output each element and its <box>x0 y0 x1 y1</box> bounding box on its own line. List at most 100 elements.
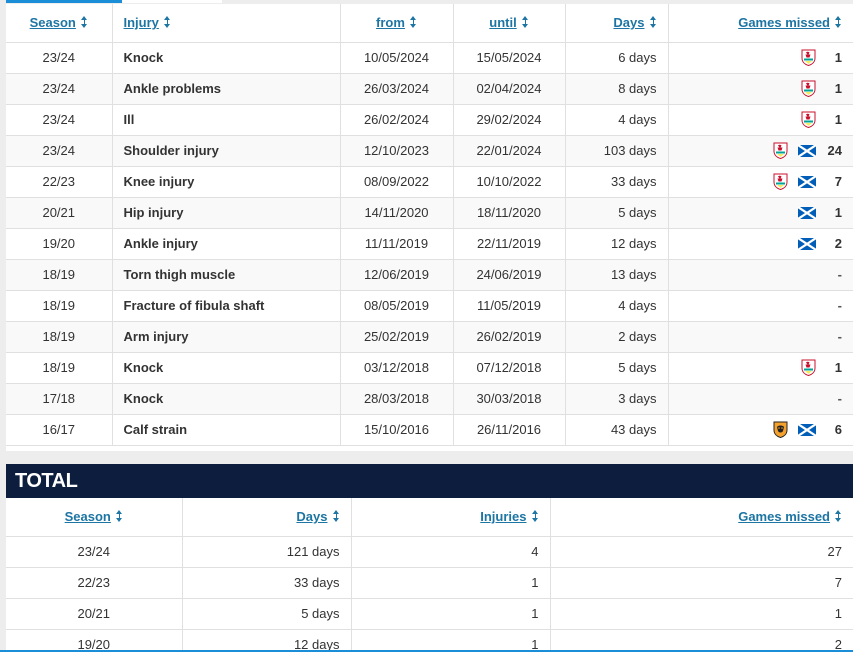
total-season-cell: 22/23 <box>6 567 183 599</box>
column-header-injury[interactable]: Injury <box>112 4 341 43</box>
total-injuries-cell: 4 <box>351 536 551 568</box>
injury-table-header: Season Injury from until Days Games miss… <box>6 4 853 43</box>
season-cell: 18/19 <box>6 352 113 384</box>
sort-arrows-icon <box>531 510 539 523</box>
total-sort-games-missed-link[interactable]: Games missed <box>738 509 830 524</box>
liverpool-crest-icon[interactable] <box>801 80 816 97</box>
sort-until-link[interactable]: until <box>489 15 516 30</box>
liverpool-crest-icon[interactable] <box>801 49 816 66</box>
column-header-days[interactable]: Days <box>565 4 669 43</box>
sort-arrows-icon <box>163 16 171 29</box>
scotland-flag-icon[interactable] <box>798 144 816 157</box>
until-date-cell: 30/03/2018 <box>453 383 566 415</box>
season-cell: 16/17 <box>6 414 113 446</box>
sort-arrows-icon <box>835 510 842 523</box>
column-header-from[interactable]: from <box>340 4 454 43</box>
sort-arrows-icon <box>521 16 529 29</box>
sort-games-missed-link[interactable]: Games missed <box>738 15 830 30</box>
sort-arrows-icon <box>80 16 88 29</box>
until-date-cell: 07/12/2018 <box>453 352 566 384</box>
injury-cell: Knock <box>112 42 341 74</box>
injury-history-panel: Season Injury from until Days Games miss… <box>6 4 853 451</box>
scotland-flag-icon[interactable] <box>798 237 816 250</box>
games-missed-cell: - <box>668 259 853 291</box>
table-row: 23/24 Knock 10/05/2024 15/05/2024 6 days 1 <box>6 42 853 74</box>
games-missed-count: 6 <box>834 422 842 437</box>
total-sort-season-link[interactable]: Season <box>65 509 111 524</box>
sort-days-link[interactable]: Days <box>613 15 644 30</box>
liverpool-crest-icon[interactable] <box>773 173 788 190</box>
total-table-header: Season Days Injuries Games missed <box>6 498 853 537</box>
from-date-cell: 03/12/2018 <box>340 352 454 384</box>
injury-cell: Torn thigh muscle <box>112 259 341 291</box>
sort-arrows-icon <box>409 16 417 29</box>
games-missed-cell: - <box>668 290 853 322</box>
total-column-header-season[interactable]: Season <box>6 498 183 537</box>
from-date-cell: 11/11/2019 <box>340 228 454 260</box>
days-cell: 3 days <box>565 383 669 415</box>
column-header-season[interactable]: Season <box>6 4 113 43</box>
liverpool-crest-icon[interactable] <box>801 111 816 128</box>
column-header-games-missed[interactable]: Games missed <box>668 4 853 43</box>
games-missed-cell: 1 <box>668 352 853 384</box>
total-injuries-cell: 1 <box>351 629 551 652</box>
table-row: 23/24 Shoulder injury 12/10/2023 22/01/2024… <box>6 135 853 167</box>
sort-arrows-icon <box>332 510 340 523</box>
table-row: 16/17 Calf strain 15/10/2016 26/11/2016 43 d… <box>6 414 853 446</box>
until-date-cell: 29/02/2024 <box>453 104 566 136</box>
total-column-header-games-missed[interactable]: Games missed <box>550 498 853 537</box>
table-row: 23/24 121 days 4 27 <box>6 536 853 568</box>
column-header-until[interactable]: until <box>453 4 566 43</box>
injury-history-table: Season Injury from until Days Games miss… <box>6 4 853 446</box>
scotland-flag-icon[interactable] <box>798 423 816 436</box>
days-cell: 33 days <box>565 166 669 198</box>
games-missed-cell: 6 <box>668 414 853 446</box>
total-sort-injuries-link[interactable]: Injuries <box>480 509 526 524</box>
table-row: 18/19 Arm injury 25/02/2019 26/02/2019 2 day… <box>6 321 853 353</box>
from-date-cell: 25/02/2019 <box>340 321 454 353</box>
injury-cell: Fracture of fibula shaft <box>112 290 341 322</box>
games-missed-cell: 7 <box>668 166 853 198</box>
days-cell: 103 days <box>565 135 669 167</box>
games-missed-count: 24 <box>827 143 842 158</box>
total-days-cell: 12 days <box>182 629 352 652</box>
from-date-cell: 12/10/2023 <box>340 135 454 167</box>
days-cell: 2 days <box>565 321 669 353</box>
until-date-cell: 18/11/2020 <box>453 197 566 229</box>
liverpool-crest-icon[interactable] <box>773 142 788 159</box>
until-date-cell: 10/10/2022 <box>453 166 566 198</box>
games-missed-count: 1 <box>834 81 842 96</box>
games-missed-cell: 1 <box>668 104 853 136</box>
scotland-flag-icon[interactable] <box>798 206 816 219</box>
table-row: 23/24 Ill 26/02/2024 29/02/2024 4 days 1 <box>6 104 853 136</box>
active-tab-indicator <box>6 0 122 3</box>
total-column-header-injuries[interactable]: Injuries <box>351 498 551 537</box>
total-column-header-days[interactable]: Days <box>182 498 352 537</box>
days-cell: 5 days <box>565 197 669 229</box>
total-games-missed-cell: 7 <box>550 567 853 599</box>
games-missed-count: - <box>837 329 842 344</box>
sort-from-link[interactable]: from <box>376 15 405 30</box>
sort-injury-link[interactable]: Injury <box>124 15 159 30</box>
injury-cell: Calf strain <box>112 414 341 446</box>
liverpool-crest-icon[interactable] <box>801 359 816 376</box>
games-missed-count: - <box>837 267 842 282</box>
scotland-flag-icon[interactable] <box>798 175 816 188</box>
days-cell: 12 days <box>565 228 669 260</box>
injury-cell: Knock <box>112 383 341 415</box>
games-missed-count: 1 <box>834 112 842 127</box>
from-date-cell: 15/10/2016 <box>340 414 454 446</box>
total-days-cell: 33 days <box>182 567 352 599</box>
games-missed-cell: 1 <box>668 42 853 74</box>
games-missed-cell: - <box>668 321 853 353</box>
total-sort-days-link[interactable]: Days <box>296 509 327 524</box>
sort-season-link[interactable]: Season <box>30 15 76 30</box>
until-date-cell: 22/01/2024 <box>453 135 566 167</box>
sort-arrows-icon <box>649 16 657 29</box>
table-row: 22/23 Knee injury 08/09/2022 10/10/2022 33 d… <box>6 166 853 198</box>
sort-arrows-icon <box>115 510 123 523</box>
table-row: 22/23 33 days 1 7 <box>6 567 853 599</box>
from-date-cell: 08/09/2022 <box>340 166 454 198</box>
days-cell: 4 days <box>565 290 669 322</box>
hull-crest-icon[interactable] <box>773 421 788 438</box>
